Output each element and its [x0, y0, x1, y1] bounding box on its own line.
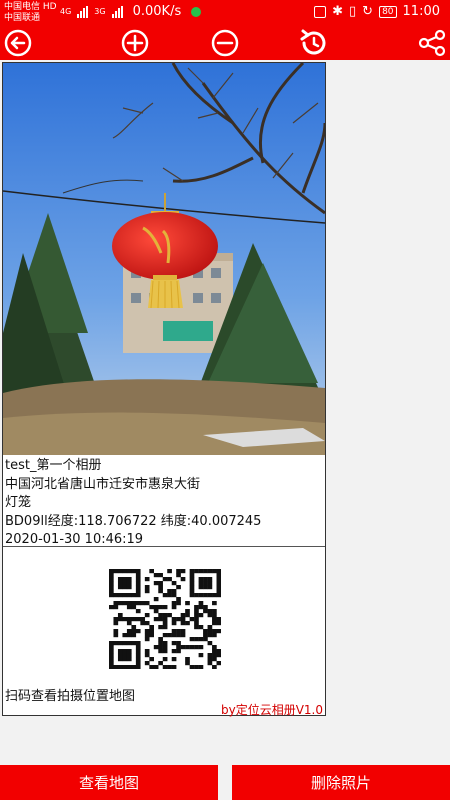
- photo-keyword: 灯笼: [5, 495, 32, 510]
- qr-code[interactable]: [109, 569, 222, 670]
- network-type-2: 3G: [94, 7, 106, 16]
- delete-photo-button[interactable]: 删除照片: [232, 765, 450, 800]
- photo-caption: test_第一个相册 中国河北省唐山市迁安市惠泉大街 灯笼 BD09ll经度:1…: [5, 457, 323, 550]
- network-type-1: 4G: [60, 7, 72, 16]
- photo-card: test_第一个相册 中国河北省唐山市迁安市惠泉大街 灯笼 BD09ll经度:1…: [2, 62, 326, 717]
- back-icon: [4, 29, 32, 57]
- photo-coordinates: BD09ll经度:118.706722 纬度:40.007245: [5, 513, 262, 529]
- bluetooth-icon: ✱: [332, 4, 344, 19]
- photo-address: 中国河北省唐山市迁安市惠泉大街: [5, 476, 201, 492]
- carrier-info: 中国电信 HD 中国联通: [4, 2, 57, 24]
- status-right: ✱ ▯ ↻ 80 11:00: [314, 4, 440, 19]
- sync-icon: ↻: [362, 4, 374, 19]
- zoom-out-icon: [211, 29, 239, 57]
- vibrate-icon: ▯: [349, 4, 357, 19]
- view-map-button[interactable]: 查看地图: [0, 765, 218, 800]
- share-icon: [418, 29, 446, 57]
- album-name: test_第一个相册: [5, 458, 102, 473]
- photo-image[interactable]: [3, 63, 325, 455]
- qr-label: 扫码查看拍摄位置地图: [5, 689, 136, 704]
- qr-code-image: [109, 569, 222, 670]
- zoom-in-icon: [121, 29, 149, 57]
- carrier-2: 中国联通: [4, 13, 41, 23]
- nfc-icon: [314, 5, 327, 18]
- clock: 11:00: [402, 4, 440, 19]
- status-bar: 中国电信 HD 中国联通 4G 3G 0.00K/s ✱ ▯ ↻ 80 11:0…: [0, 0, 450, 26]
- app-notification-icon: [191, 6, 202, 17]
- toolbar: [0, 26, 450, 60]
- app-credit: by定位云相册V1.0: [220, 703, 323, 717]
- zoom-out-button[interactable]: [209, 28, 241, 58]
- rotate-button[interactable]: [298, 28, 330, 58]
- lantern-photo: [3, 63, 325, 455]
- share-button[interactable]: [416, 28, 448, 58]
- back-button[interactable]: [2, 28, 34, 58]
- signal-icon-2: [111, 5, 123, 18]
- network-status: 4G 3G 0.00K/s: [60, 4, 202, 19]
- carrier-1: 中国电信 HD: [4, 2, 57, 12]
- zoom-in-button[interactable]: [119, 28, 151, 58]
- rotate-icon: [300, 29, 326, 55]
- signal-icon: [77, 5, 89, 18]
- battery-icon: 80: [379, 5, 397, 18]
- divider: [3, 546, 325, 547]
- net-speed: 0.00K/s: [132, 4, 182, 19]
